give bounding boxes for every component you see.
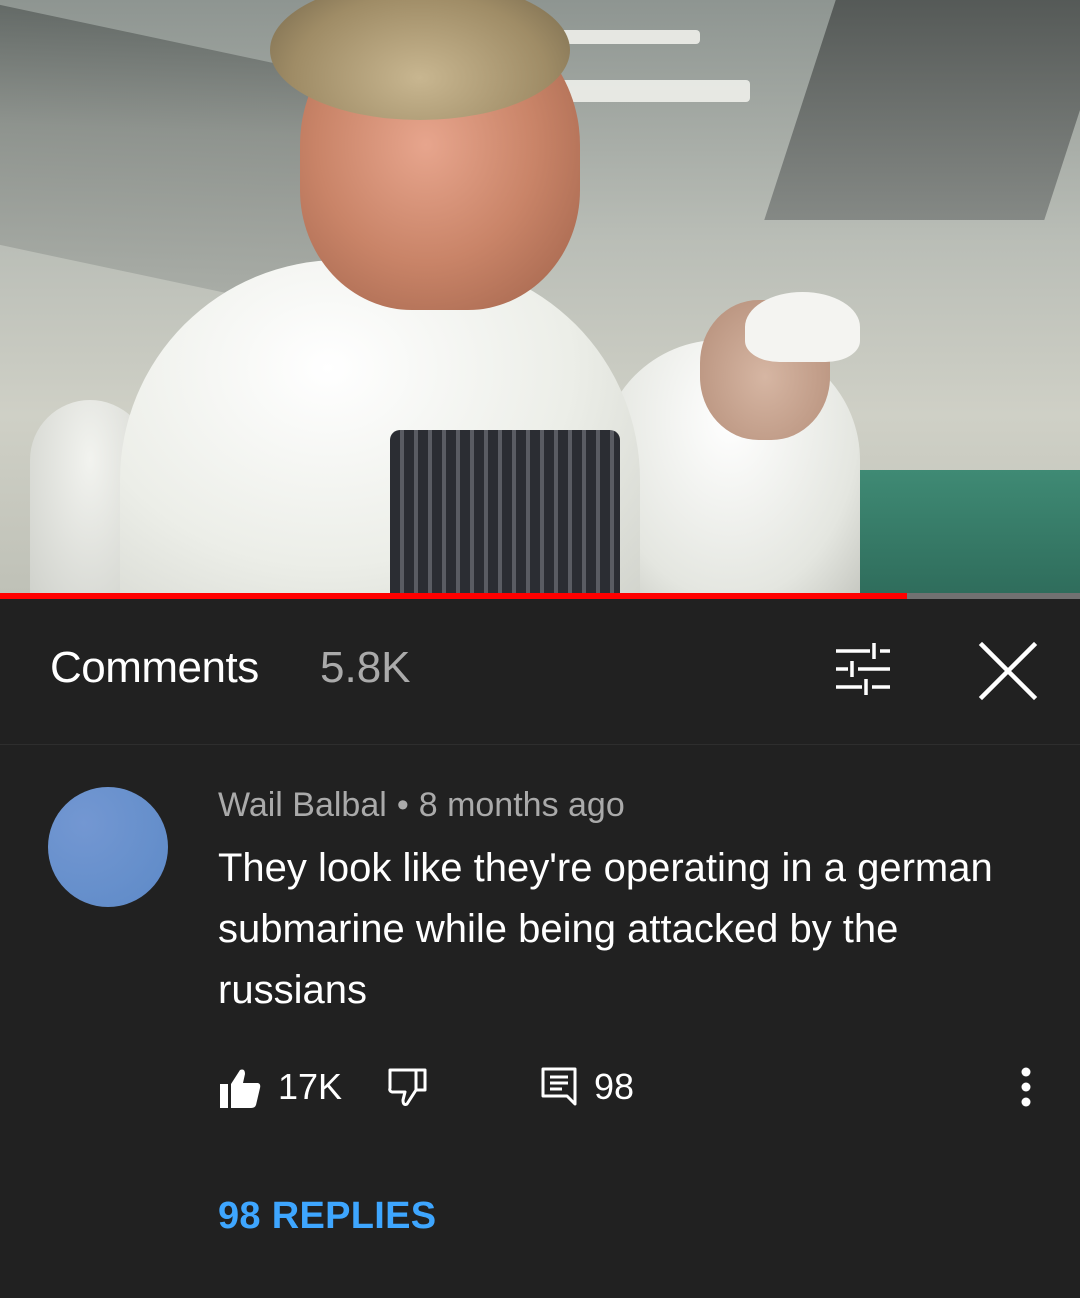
- close-button[interactable]: [970, 637, 1046, 707]
- video-scene-light: [550, 80, 750, 102]
- video-scene-apron: [390, 430, 620, 593]
- comments-title: Comments: [50, 643, 259, 692]
- comments-header: Comments 5.8K: [0, 599, 1080, 745]
- comment-author[interactable]: Wail Balbal: [218, 786, 387, 824]
- more-options-button[interactable]: [1008, 1062, 1044, 1112]
- sort-filter-icon: [836, 643, 890, 695]
- comment-time: 8 months ago: [418, 786, 625, 824]
- thumbs-down-icon: [388, 1068, 427, 1106]
- comment-action-bar: 17K 98: [0, 1058, 1080, 1118]
- video-scene-hat: [745, 292, 860, 362]
- reply-button[interactable]: [540, 1066, 578, 1106]
- view-replies-link[interactable]: 98 REPLIES: [218, 1195, 436, 1238]
- thumbs-up-icon: [220, 1069, 261, 1108]
- video-player[interactable]: [0, 0, 1080, 593]
- sort-filter-button[interactable]: [826, 637, 900, 707]
- comments-count: 5.8K: [320, 643, 411, 692]
- comment-text: They look like they're operating in a ge…: [218, 846, 993, 1012]
- meta-separator: •: [396, 786, 409, 824]
- reply-count: 98: [594, 1066, 635, 1107]
- close-icon: [978, 641, 1038, 701]
- avatar[interactable]: [48, 787, 168, 907]
- comment-meta: Wail Balbal • 8 months ago: [218, 786, 625, 825]
- comment-reply-icon: [541, 1067, 577, 1106]
- like-count: 17K: [278, 1066, 343, 1107]
- more-vertical-icon: [1021, 1067, 1031, 1107]
- like-button[interactable]: [218, 1066, 262, 1110]
- video-scene-hood: [764, 0, 1080, 220]
- dislike-button[interactable]: [386, 1066, 430, 1110]
- video-scene-light: [560, 30, 700, 44]
- video-scene-counter: [860, 470, 1080, 593]
